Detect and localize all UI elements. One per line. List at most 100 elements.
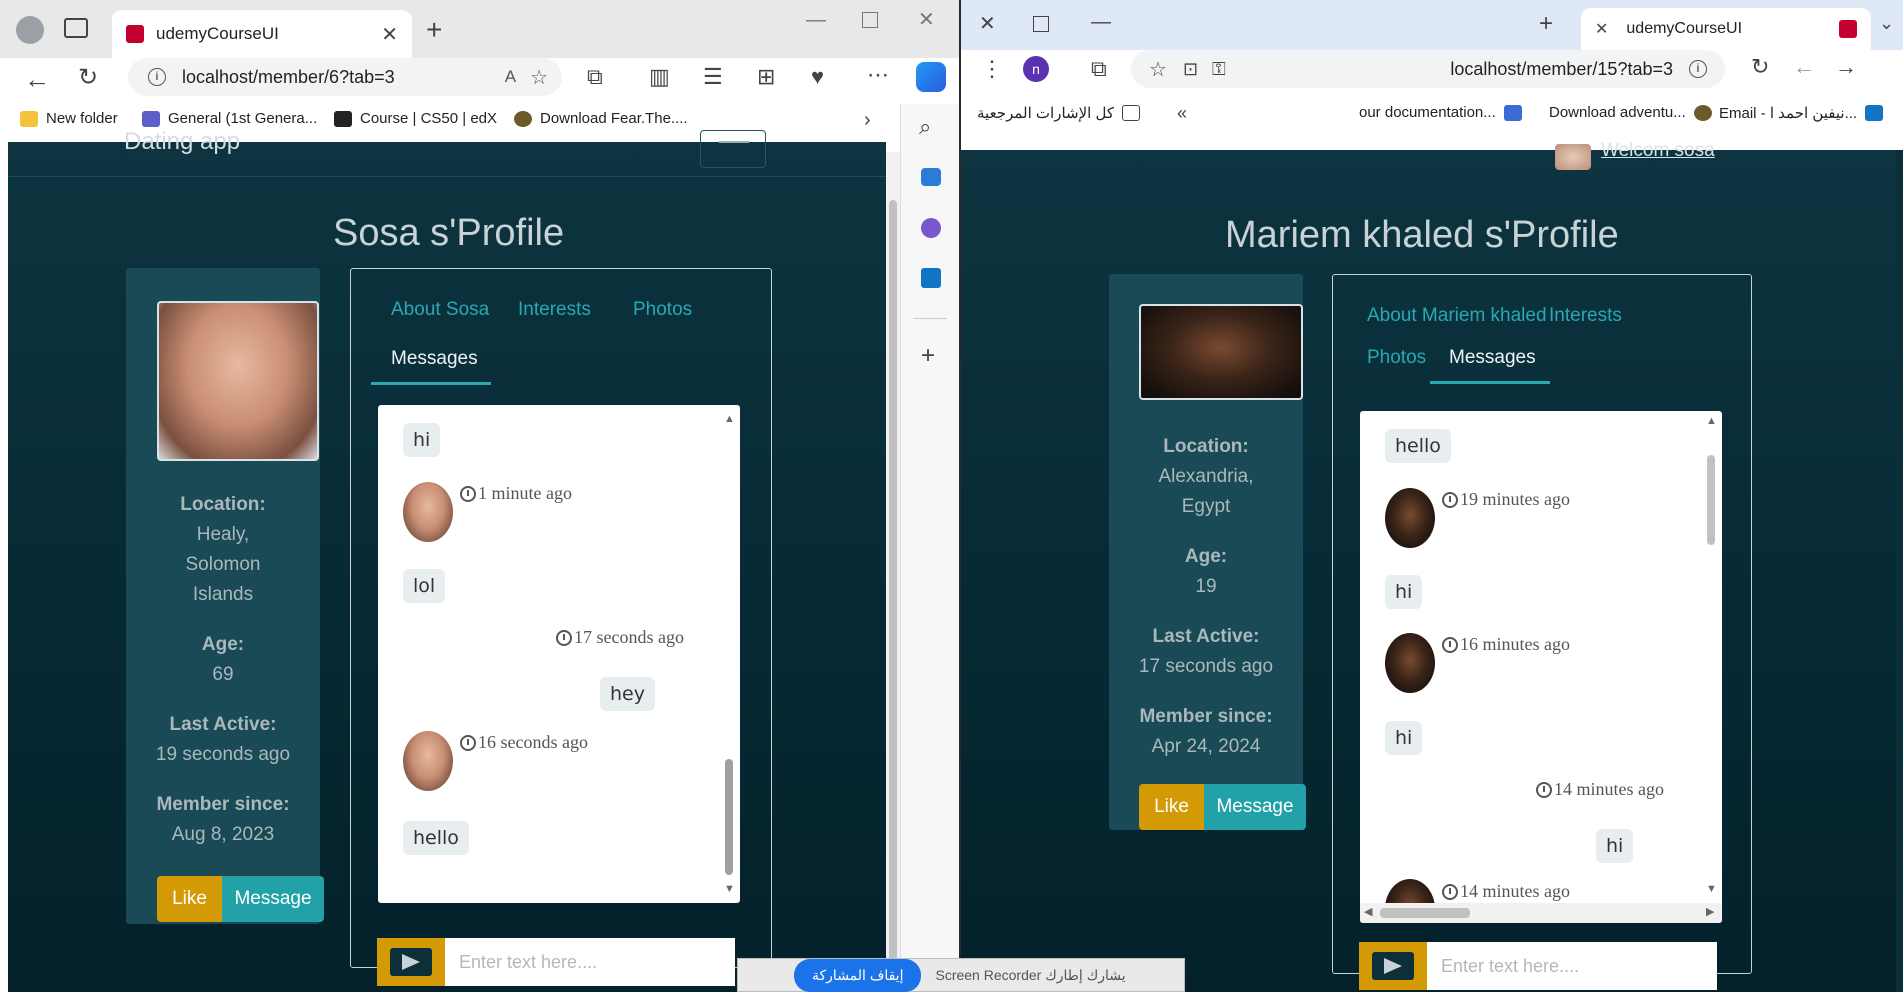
page-scrollbar-edge[interactable] — [1896, 150, 1903, 992]
horizontal-scroll-thumb[interactable] — [1380, 908, 1470, 918]
bookmark-email[interactable]: Email - نيفين احمد ا... — [1719, 104, 1884, 122]
close-window-icon[interactable]: ✕ — [918, 10, 935, 30]
bookmark-star-icon[interactable]: ☆ — [1149, 57, 1167, 82]
outlook-icon[interactable] — [921, 268, 941, 288]
bookmark-download[interactable]: Download Fear.The.... — [514, 110, 688, 127]
profile-icon[interactable] — [16, 16, 44, 44]
read-aloud-icon[interactable]: A — [505, 67, 516, 87]
location-line-2: Egypt — [1181, 496, 1231, 517]
search-icon[interactable]: ⌕ — [919, 116, 931, 138]
member-since-value: Aug 8, 2023 — [171, 824, 275, 845]
maximize-icon[interactable] — [1033, 16, 1049, 32]
close-tab-icon[interactable]: ✕ — [1595, 19, 1608, 39]
message-input[interactable]: Enter text here.... — [1427, 942, 1717, 990]
brand-logo[interactable]: Dating app — [124, 128, 240, 156]
tab-messages[interactable]: Messages — [1449, 347, 1536, 369]
tab-search-icon[interactable]: ⌄ — [1879, 14, 1894, 32]
minimize-icon[interactable]: — — [1091, 12, 1111, 32]
send-button[interactable] — [377, 938, 445, 986]
scroll-right-icon[interactable]: ▶ — [1706, 905, 1714, 918]
address-bar[interactable]: ☆ ⊡ ⚿ localhost/member/15?tab=3 i — [1131, 50, 1725, 88]
favorite-icon[interactable]: ☆ — [530, 65, 548, 90]
tab-about[interactable]: About Sosa — [391, 299, 489, 321]
bookmark-new-folder[interactable]: New folder — [20, 110, 118, 127]
scroll-down-icon[interactable]: ▼ — [724, 883, 735, 895]
info-icon[interactable]: i — [1689, 60, 1707, 78]
tab-interests[interactable]: Interests — [1549, 305, 1622, 327]
refresh-icon[interactable]: ↻ — [1751, 56, 1769, 78]
tab-messages[interactable]: Messages — [391, 348, 478, 370]
message-input[interactable]: Enter text here.... — [445, 938, 735, 986]
message-button[interactable]: Message — [1204, 784, 1306, 830]
copilot-icon[interactable] — [916, 62, 946, 92]
messages-list[interactable]: hello 19 minutes ago hi 16 minutes ago h… — [1360, 411, 1722, 923]
location-label: Location: — [1163, 436, 1249, 457]
like-button[interactable]: Like — [1139, 784, 1204, 830]
screen-recorder-bar: إيقاف المشاركة Screen Recorder يشارك إطا… — [737, 958, 1185, 992]
messages-scroll-thumb[interactable] — [1707, 455, 1715, 545]
navbar-toggle[interactable] — [700, 130, 766, 168]
tab-photos[interactable]: Photos — [1367, 347, 1426, 369]
translate-icon[interactable]: ⊡ — [1183, 59, 1198, 80]
message-button[interactable]: Message — [222, 876, 324, 922]
split-screen-icon[interactable]: ▥ — [649, 66, 670, 88]
profile-avatar[interactable]: n — [1023, 56, 1049, 82]
scroll-up-icon[interactable]: ▲ — [1706, 415, 1717, 427]
copilot-sidebar-icon[interactable] — [921, 218, 941, 238]
send-icon — [1372, 952, 1414, 980]
bookmark-adventure[interactable]: Download adventu... — [1549, 104, 1712, 121]
bookmark-documentation[interactable]: our documentation... — [1359, 104, 1522, 121]
tab-interests[interactable]: Interests — [518, 299, 591, 321]
messages-scroll-thumb[interactable] — [725, 759, 733, 875]
page-scrollbar[interactable] — [886, 152, 900, 992]
bookmark-general[interactable]: General (1st Genera... — [142, 110, 317, 127]
scroll-up-icon[interactable]: ▲ — [724, 413, 735, 425]
maximize-icon[interactable] — [862, 12, 878, 28]
bookmarks-more-icon[interactable]: › — [864, 110, 871, 130]
close-tab-icon[interactable]: ✕ — [381, 22, 398, 47]
password-key-icon[interactable]: ⚿ — [1212, 59, 1226, 80]
message-time: 16 seconds ago — [460, 732, 588, 753]
messages-vertical-scrollbar[interactable]: ▲ ▼ — [1704, 415, 1718, 895]
more-icon[interactable]: ⋯ — [867, 64, 889, 86]
messages-horizontal-scrollbar[interactable]: ◀ ▶ — [1360, 903, 1722, 923]
forward-icon[interactable]: ← — [1793, 56, 1815, 78]
new-tab-icon[interactable]: + — [426, 16, 442, 44]
refresh-icon[interactable]: ↻ — [78, 66, 98, 90]
close-window-icon[interactable]: ✕ — [979, 14, 996, 34]
bookmark-all[interactable]: كل الإشارات المرجعية — [977, 104, 1140, 122]
tab-actions-icon[interactable] — [64, 18, 88, 38]
url-text: localhost/member/6?tab=3 — [182, 66, 395, 87]
address-bar[interactable]: i localhost/member/6?tab=3 A ☆ — [128, 58, 562, 96]
bookmarks-more-icon[interactable]: « — [1177, 104, 1187, 122]
back-icon[interactable]: → — [1835, 56, 1857, 78]
minimize-icon[interactable]: — — [806, 10, 826, 30]
back-icon[interactable]: ← — [24, 66, 50, 92]
shopping-icon[interactable] — [921, 168, 941, 186]
tab-photos[interactable]: Photos — [633, 299, 692, 321]
new-tab-icon[interactable]: + — [1539, 12, 1553, 36]
like-button[interactable]: Like — [157, 876, 222, 922]
stop-sharing-button[interactable]: إيقاف المشاركة — [794, 958, 922, 992]
send-button[interactable] — [1359, 942, 1427, 990]
scroll-left-icon[interactable]: ◀ — [1364, 905, 1372, 918]
messages-list[interactable]: hi 1 minute ago lol 17 seconds ago hey 1… — [378, 405, 740, 903]
performance-icon[interactable]: ♥ — [811, 66, 824, 88]
menu-icon[interactable]: ⋮ — [981, 58, 1003, 80]
scrollbar-thumb[interactable] — [889, 200, 897, 990]
browser-tab[interactable]: udemyCourseUI ✕ — [112, 10, 412, 58]
scroll-down-icon[interactable]: ▼ — [1706, 883, 1717, 895]
tab-about[interactable]: About Mariem khaled — [1367, 305, 1547, 327]
welcome-link[interactable]: Welcom sosa — [1601, 140, 1715, 162]
location-label: Location: — [180, 494, 266, 515]
add-sidebar-icon[interactable]: + — [921, 344, 935, 368]
messages-scrollbar[interactable]: ▲ ▼ — [722, 413, 736, 895]
bookmark-cs50[interactable]: Course | CS50 | edX — [334, 110, 497, 127]
browser-tab[interactable]: ✕ udemyCourseUI — [1581, 8, 1871, 50]
extensions-icon[interactable]: ⧉ — [587, 66, 603, 88]
extensions-icon[interactable]: ⧉ — [1091, 58, 1107, 80]
info-icon[interactable]: i — [148, 68, 166, 86]
collections-icon[interactable]: ⊞ — [757, 66, 775, 88]
favorites-icon[interactable]: ☰ — [703, 66, 723, 88]
clock-icon — [460, 734, 476, 751]
